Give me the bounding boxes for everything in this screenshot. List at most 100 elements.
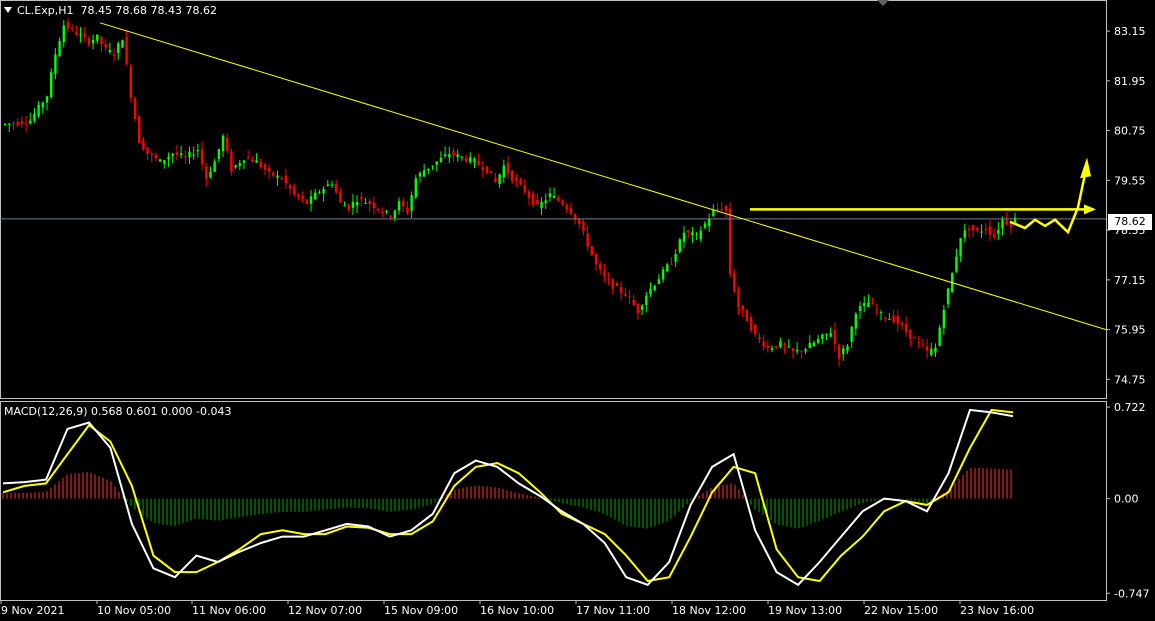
- candle-body: [980, 231, 983, 233]
- candle-body: [695, 233, 698, 235]
- candle-body: [54, 54, 57, 74]
- candle-body: [703, 223, 707, 228]
- candle: [691, 226, 694, 243]
- candle: [188, 146, 191, 165]
- candle: [238, 159, 241, 171]
- candle-body: [749, 317, 753, 331]
- candle: [896, 310, 899, 332]
- candle-body: [297, 194, 300, 198]
- candle-body: [314, 192, 317, 200]
- candle-body: [280, 178, 283, 180]
- macd-header: MACD(12,26,9) 0.568 0.601 0.000 -0.043: [4, 405, 232, 418]
- candle: [506, 155, 510, 179]
- candle: [808, 334, 811, 349]
- time-tick-label: 22 Nov 15:00: [864, 604, 938, 617]
- candle: [372, 196, 376, 214]
- candle: [108, 42, 112, 55]
- candle-body: [301, 195, 304, 199]
- candle: [674, 249, 677, 268]
- candle: [309, 190, 313, 212]
- candle-body: [812, 342, 816, 347]
- candle-body: [967, 229, 971, 231]
- candle: [988, 220, 992, 242]
- candle: [284, 169, 288, 189]
- candle: [12, 120, 15, 131]
- candle: [649, 282, 652, 297]
- candle-body: [272, 172, 275, 177]
- candle: [158, 158, 162, 163]
- candle: [318, 189, 321, 195]
- candle-body: [598, 264, 602, 270]
- candle: [75, 25, 78, 36]
- candle-body: [871, 302, 874, 305]
- candle-body: [737, 290, 740, 308]
- candle-body: [29, 120, 32, 124]
- dropdown-triangle-icon[interactable]: [4, 7, 12, 13]
- candle-body: [783, 344, 786, 346]
- candle: [443, 146, 447, 158]
- candle: [297, 193, 300, 201]
- price-tick-label: 74.75: [1114, 373, 1146, 386]
- candle-body: [167, 156, 170, 160]
- candle: [242, 159, 246, 169]
- candle-body: [816, 338, 820, 343]
- candle: [603, 263, 606, 283]
- candle: [594, 252, 598, 271]
- candle: [263, 162, 267, 176]
- candle: [955, 248, 958, 273]
- candle: [527, 188, 531, 206]
- candle: [615, 280, 619, 287]
- candle: [1013, 212, 1017, 224]
- candle: [87, 35, 91, 48]
- candle-body: [481, 166, 485, 171]
- candle-body: [716, 209, 719, 211]
- candle-body: [741, 305, 744, 311]
- candle: [226, 133, 229, 155]
- candle-body: [494, 177, 497, 183]
- candle: [456, 149, 459, 162]
- candle: [305, 198, 309, 206]
- candle-body: [523, 185, 526, 192]
- macd-tick-label: 0.00: [1114, 493, 1139, 506]
- candle: [837, 343, 841, 367]
- candle: [121, 39, 124, 48]
- candle: [293, 183, 296, 197]
- candle: [858, 301, 862, 319]
- candle-body: [707, 218, 711, 227]
- candle: [666, 262, 669, 273]
- candle-body: [762, 341, 765, 347]
- candle: [590, 245, 594, 257]
- candle-body: [108, 49, 112, 53]
- candle: [418, 171, 422, 183]
- price-tick-label: 81.95: [1114, 75, 1146, 88]
- candle: [452, 147, 455, 162]
- candle: [351, 194, 355, 215]
- candle: [83, 27, 86, 42]
- candle: [79, 27, 82, 43]
- candle-body: [808, 342, 811, 349]
- candle-body: [548, 193, 552, 197]
- candle: [251, 156, 254, 163]
- candle: [724, 205, 728, 218]
- chart-canvas[interactable]: 83.1581.9580.7579.5578.3577.1575.9574.75…: [0, 0, 1155, 621]
- time-tick-label: 17 Nov 11:00: [576, 604, 650, 617]
- candle: [992, 227, 996, 240]
- candle: [8, 122, 11, 133]
- candle: [783, 341, 786, 354]
- candle: [791, 347, 795, 359]
- candle: [963, 223, 967, 243]
- candle-body: [678, 239, 682, 252]
- candle-body: [485, 166, 489, 174]
- candle: [234, 164, 237, 169]
- candle: [33, 108, 36, 124]
- candle: [343, 201, 346, 207]
- candle-body: [309, 196, 313, 204]
- candle-body: [934, 347, 937, 353]
- candle: [737, 286, 740, 316]
- macd-main-line: [2, 408, 1014, 587]
- ohlc-values: 78.45 78.68 78.43 78.62: [80, 4, 217, 17]
- candle-body: [691, 232, 694, 235]
- candle-body: [150, 153, 153, 155]
- time-tick-label: 9 Nov 2021: [1, 604, 64, 617]
- candle-body: [406, 207, 409, 213]
